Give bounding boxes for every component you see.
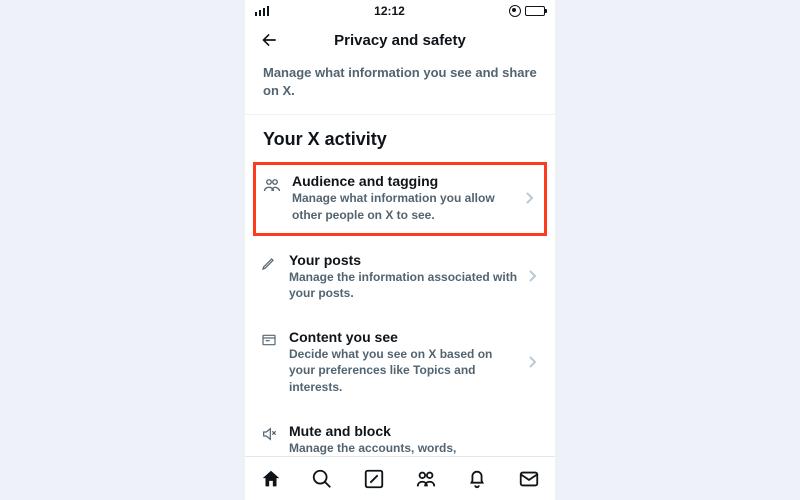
row-title: Audience and tagging: [292, 173, 516, 189]
page-title: Privacy and safety: [245, 32, 555, 49]
row-desc: Manage the accounts, words,: [289, 440, 541, 456]
chevron-right-icon: [529, 270, 541, 282]
status-time: 12:12: [374, 4, 405, 18]
phone-frame: 12:12 Privacy and safety Manage what inf…: [245, 0, 555, 500]
bottom-nav: [245, 456, 555, 500]
header: Privacy and safety: [245, 22, 555, 60]
row-desc: Decide what you see on X based on your p…: [289, 346, 519, 395]
compose-icon: [363, 468, 385, 490]
row-title: Mute and block: [289, 423, 541, 439]
status-bar: 12:12: [245, 0, 555, 22]
home-icon: [260, 468, 282, 490]
pencil-icon: [259, 255, 279, 271]
nav-messages[interactable]: [509, 459, 549, 499]
row-desc: Manage the information associated with y…: [289, 269, 519, 301]
orientation-lock-icon: [509, 5, 521, 17]
content-scroll[interactable]: Your X activity Audience and tagging Man…: [245, 115, 555, 456]
people-icon: [262, 176, 282, 194]
settings-row-mute[interactable]: Mute and block Manage the accounts, word…: [245, 413, 555, 456]
battery-icon: [525, 6, 545, 16]
arrow-left-icon: [259, 30, 279, 50]
back-button[interactable]: [255, 26, 283, 54]
communities-icon: [415, 468, 437, 490]
bell-icon: [466, 468, 488, 490]
page-subtitle: Manage what information you see and shar…: [245, 60, 555, 115]
chevron-right-icon: [526, 192, 538, 204]
settings-row-audience[interactable]: Audience and tagging Manage what informa…: [253, 162, 547, 235]
nav-home[interactable]: [251, 459, 291, 499]
row-desc: Manage what information you allow other …: [292, 190, 516, 222]
nav-search[interactable]: [302, 459, 342, 499]
row-title: Content you see: [289, 329, 519, 345]
nav-communities[interactable]: [406, 459, 446, 499]
mail-icon: [518, 468, 540, 490]
chevron-right-icon: [529, 356, 541, 368]
search-icon: [311, 468, 333, 490]
signal-icon: [255, 6, 270, 16]
newspaper-icon: [259, 332, 279, 348]
row-title: Your posts: [289, 252, 519, 268]
nav-compose[interactable]: [354, 459, 394, 499]
settings-row-content[interactable]: Content you see Decide what you see on X…: [245, 319, 555, 409]
settings-row-posts[interactable]: Your posts Manage the information associ…: [245, 242, 555, 315]
mute-icon: [259, 426, 279, 442]
section-title: Your X activity: [245, 115, 555, 160]
nav-notifications[interactable]: [457, 459, 497, 499]
